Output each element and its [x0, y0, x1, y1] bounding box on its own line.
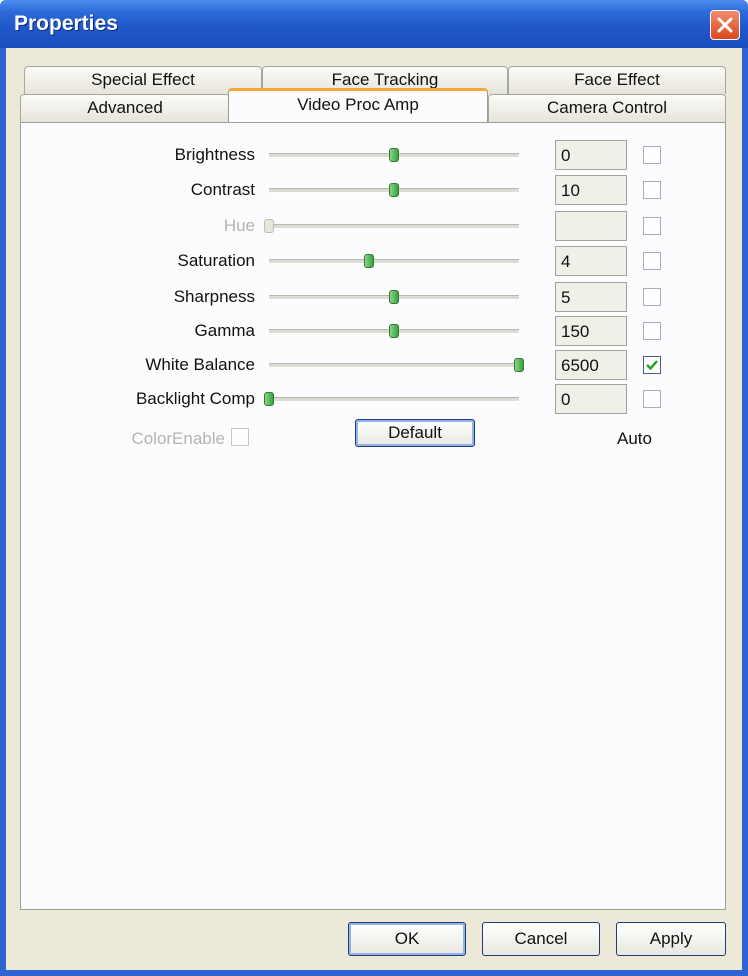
tab-advanced[interactable]: Advanced [20, 94, 230, 122]
backlight-comp-auto-checkbox[interactable] [643, 390, 661, 408]
apply-button[interactable]: Apply [616, 922, 726, 956]
white-balance-label: White Balance [145, 355, 255, 374]
tab-camera-control[interactable]: Camera Control [488, 94, 726, 122]
tab-label: Face Tracking [331, 70, 439, 89]
saturation-slider-thumb[interactable] [364, 254, 374, 268]
tab-label: Special Effect [91, 70, 195, 89]
backlight-comp-slider-thumb[interactable] [264, 392, 274, 406]
white-balance-slider[interactable] [269, 363, 519, 368]
gamma-slider-thumb[interactable] [389, 324, 399, 338]
brightness-auto-checkbox[interactable] [643, 146, 661, 164]
cancel-button[interactable]: Cancel [482, 922, 600, 956]
sharpness-label: Sharpness [173, 287, 255, 306]
video-proc-amp-panel: Brightness 0 Contrast 10 Hue Saturation 4 Sharp… [20, 122, 726, 910]
hue-slider [269, 224, 519, 229]
gamma-auto-checkbox[interactable] [643, 322, 661, 340]
title-bar[interactable]: Properties [0, 0, 748, 48]
backlight-comp-slider[interactable] [269, 397, 519, 402]
tab-label: Camera Control [547, 98, 667, 117]
white-balance-slider-thumb[interactable] [514, 358, 524, 372]
saturation-label: Saturation [177, 251, 256, 270]
white-balance-value-field[interactable]: 6500 [555, 350, 627, 380]
color-enable-checkbox[interactable] [231, 428, 249, 446]
gamma-label: Gamma [194, 321, 255, 340]
auto-label: Auto [617, 429, 652, 448]
tab-label: Face Effect [574, 70, 660, 89]
properties-window: Properties Special Effect Face Tracking … [0, 0, 748, 976]
tab-video-proc-amp[interactable]: Video Proc Amp [228, 88, 488, 122]
tab-label: Advanced [87, 98, 163, 117]
check-icon [646, 360, 658, 371]
sharpness-value-field[interactable]: 5 [555, 282, 627, 312]
contrast-slider-thumb[interactable] [389, 183, 399, 197]
contrast-value-field[interactable]: 10 [555, 175, 627, 205]
brightness-value-field[interactable]: 0 [555, 140, 627, 170]
hue-auto-checkbox [643, 217, 661, 235]
backlight-comp-label: Backlight Comp [135, 389, 255, 408]
saturation-value-field[interactable]: 4 [555, 246, 627, 276]
hue-value-field [555, 211, 627, 241]
dialog-body: Special Effect Face Tracking Face Effect… [6, 48, 742, 970]
ok-button[interactable]: OK [348, 922, 466, 956]
sharpness-auto-checkbox[interactable] [643, 288, 661, 306]
close-button[interactable] [710, 10, 740, 40]
window-title: Properties [14, 12, 118, 35]
default-button[interactable]: Default [355, 419, 475, 447]
hue-slider-thumb [264, 219, 274, 233]
color-enable-label: ColorEnable [131, 429, 225, 448]
tab-special-effect[interactable]: Special Effect [24, 66, 262, 94]
tab-face-effect[interactable]: Face Effect [508, 66, 726, 94]
contrast-label: Contrast [190, 180, 255, 199]
hue-label: Hue [223, 216, 255, 235]
brightness-label: Brightness [174, 145, 255, 164]
white-balance-auto-checkbox[interactable] [643, 356, 661, 374]
sharpness-slider-thumb[interactable] [389, 290, 399, 304]
close-icon [717, 17, 733, 33]
backlight-comp-value-field[interactable]: 0 [555, 384, 627, 414]
tab-label: Video Proc Amp [297, 95, 419, 114]
brightness-slider-thumb[interactable] [389, 148, 399, 162]
saturation-slider[interactable] [269, 259, 519, 264]
contrast-auto-checkbox[interactable] [643, 181, 661, 199]
saturation-auto-checkbox[interactable] [643, 252, 661, 270]
gamma-value-field[interactable]: 150 [555, 316, 627, 346]
